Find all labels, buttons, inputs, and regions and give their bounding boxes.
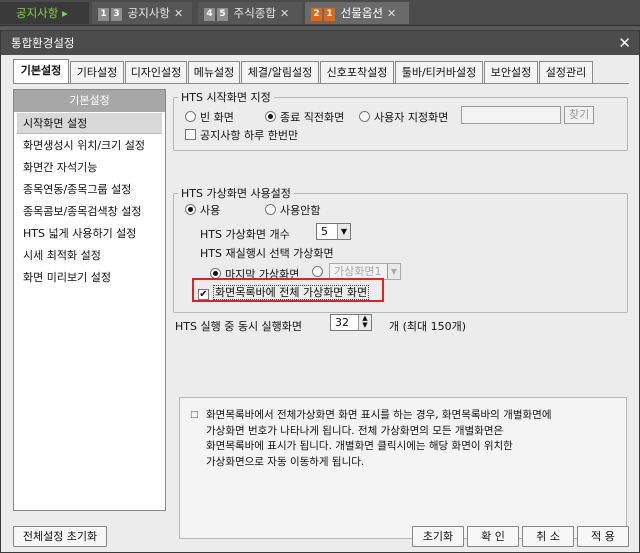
list-item-start-screen[interactable]: 시작화면 설정 [17,113,162,134]
ok-button[interactable]: 확 인 [467,526,519,547]
radio-button[interactable] [185,111,196,122]
group-legend: HTS 시작화면 지정 [181,91,271,104]
tab-number-badge: 1 [324,8,335,21]
info-description-box: □ 화면목록바에서 전체가상화면 화면 표시를 하는 경우, 화면목록바의 개별… [179,397,627,539]
radio-button[interactable] [359,111,370,122]
tab-notice-home[interactable]: 공지사항 ▸ [0,2,89,24]
list-item-screen-preview[interactable]: 화면 미리보기 설정 [17,267,162,288]
checkbox[interactable] [185,129,196,140]
close-icon[interactable]: ✕ [280,7,289,20]
tab-security-settings[interactable]: 보안설정 [484,61,538,83]
list-item-window-position[interactable]: 화면생성시 위치/크기 설정 [17,135,162,156]
tab-label: 주식종합 [233,6,276,20]
tab-other-settings[interactable]: 기타설정 [70,61,124,83]
checkbox-label: 공지사항 하루 한번만 [200,129,299,142]
tab-label: 공지사항 [127,6,170,20]
combo-value: 5 [321,225,328,238]
window-tab-bar: 공지사항 ▸ 13 공지사항 ✕ 45 주식종합 ✕ 21 선물옵션 ✕ [0,0,640,26]
list-item-wide-hts[interactable]: HTS 넓게 사용하기 설정 [17,223,162,244]
radio-button[interactable] [185,204,196,215]
checkbox[interactable]: ✔ [198,289,209,300]
checkbox-label: 화면목록바에 전체 가상화면 화면 [213,285,370,300]
concurrent-stepper[interactable]: 32 ▲ ▼ [330,314,372,331]
tab-notice[interactable]: 13 공지사항 ✕ [92,2,192,24]
settings-category-list: 기본설정 시작화면 설정 화면생성시 위치/크기 설정 화면간 자석기능 종목연… [13,89,166,511]
radio-label: 사용안함 [280,204,321,217]
category-list-header: 기본설정 [14,90,165,112]
spin-arrows-icon[interactable]: ▲ ▼ [358,315,371,330]
settings-content-panel: HTS 시작화면 지정 빈 화면 종료 직전화면 사용자 지정화면 찾기 공지사… [169,89,629,539]
radio-blank-screen[interactable]: 빈 화면 [185,109,234,125]
checkbox-show-all-virtual[interactable]: ✔ 화면목록바에 전체 가상화면 화면 [198,284,370,300]
radio-label: 빈 화면 [200,111,234,124]
tab-signal-settings[interactable]: 신호포착설정 [320,61,394,83]
tab-futures-options[interactable]: 21 선물옵션 ✕ [305,2,409,24]
find-button[interactable]: 찾기 [564,106,595,124]
tab-toolbar-ticker-settings[interactable]: 툴바/티커바설정 [395,61,483,83]
combo-value: 가상화면1 [334,265,382,278]
tab-stock-overview[interactable]: 45 주식종합 ✕ [198,2,302,24]
user-screen-input[interactable] [461,106,561,124]
tab-menu-settings[interactable]: 메뉴설정 [188,61,240,83]
tab-number-badge: 1 [98,8,109,21]
tab-number-badge: 5 [217,8,228,21]
tab-number-badge: 2 [311,8,322,21]
tab-design-settings[interactable]: 디자인설정 [125,61,187,83]
rerun-virtual-label: HTS 재실행시 선택 가상화면 [200,247,334,260]
concurrent-label: HTS 실행 중 동시 실행화면 [175,320,303,333]
list-item-quote-optimize[interactable]: 시세 최적화 설정 [17,245,162,266]
stepper-value: 32 [335,316,349,329]
checkbox-notice-once[interactable]: 공지사항 하루 한번만 [185,127,298,143]
tab-label: 선물옵션 [340,6,383,20]
radio-label: 사용 [200,204,221,217]
group-legend: HTS 가상화면 사용설정 [181,187,291,200]
concurrent-suffix: 개 (최대 150개) [389,320,467,333]
list-item-stock-combo-search[interactable]: 종목콤보/종목검색창 설정 [17,201,162,222]
radio-button[interactable] [265,204,276,215]
tab-fill-alert-settings[interactable]: 체결/알림설정 [241,61,319,83]
radio-user-screen[interactable]: 사용자 지정화면 [359,109,448,125]
radio-last-screen[interactable]: 종료 직전화면 [265,109,344,125]
close-icon[interactable]: ✕ [174,7,183,20]
radio-label: 사용자 지정화면 [374,111,449,124]
tab-divider [13,83,629,84]
apply-button[interactable]: 적 용 [577,526,629,547]
reset-all-button[interactable]: 전체설정 초기화 [13,526,107,547]
user-screen-field[interactable] [461,106,561,124]
tab-label: 공지사항 ▸ [16,6,68,20]
dialog-titlebar: 통합환경설정 ✕ [1,31,639,55]
tab-number-badge: 4 [204,8,215,21]
radio-button[interactable] [265,111,276,122]
tab-number-badge: 3 [111,8,122,21]
tab-settings-management[interactable]: 설정관리 [539,61,593,83]
close-icon[interactable]: ✕ [618,31,631,55]
tab-basic-settings[interactable]: 기본설정 [13,59,69,83]
reset-button[interactable]: 초기화 [412,526,464,547]
radio-label: 종료 직전화면 [280,111,345,124]
list-item-stock-link-group[interactable]: 종목연동/종목그룹 설정 [17,179,162,200]
close-icon[interactable]: ✕ [387,7,396,20]
info-description-text: 화면목록바에서 전체가상화면 화면 표시를 하는 경우, 화면목록바의 개별화면… [206,409,552,468]
virtual-count-label: HTS 가상화면 개수 [200,228,290,241]
dialog-title: 통합환경설정 [11,36,75,50]
list-item-magnet[interactable]: 화면간 자석기능 [17,157,162,178]
radio-no-virtual[interactable]: 사용안함 [265,202,320,218]
settings-dialog: 통합환경설정 ✕ 기본설정 기타설정 디자인설정 메뉴설정 체결/알림설정 신호… [0,30,640,553]
find-button-label: 찾기 [564,106,595,124]
radio-use-virtual[interactable]: 사용 [185,202,220,218]
bullet-icon: □ [190,410,199,420]
chevron-down-icon[interactable]: ▼ [387,264,400,279]
virtual-count-combo[interactable]: 5 ▼ [316,223,351,240]
chevron-down-icon[interactable]: ▼ [337,224,350,239]
radio-button[interactable] [312,266,323,277]
cancel-button[interactable]: 취 소 [522,526,574,547]
